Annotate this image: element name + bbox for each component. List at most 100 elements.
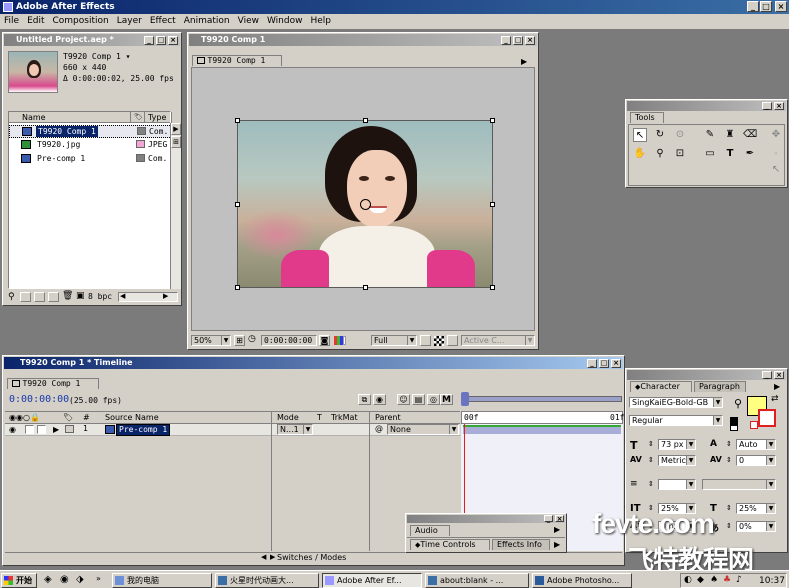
task-item[interactable]: about:blank - ... <box>425 573 529 588</box>
menu-layer[interactable]: Layer <box>113 14 146 29</box>
new-folder-icon[interactable] <box>20 292 31 302</box>
live-update-icon[interactable]: ◉ <box>373 394 386 405</box>
stepper-icon[interactable]: ⇕ <box>648 440 654 448</box>
project-scrollbar[interactable]: ▶ ⊞ <box>170 123 181 289</box>
project-maximize-button[interactable]: □ <box>156 36 166 45</box>
layer-handle[interactable] <box>490 285 495 290</box>
menu-effect[interactable]: Effect <box>146 14 180 29</box>
stepper-icon[interactable]: ⇕ <box>726 522 732 530</box>
task-item[interactable]: 我的电脑 <box>112 573 212 588</box>
close-button[interactable]: × <box>775 1 787 12</box>
list-item[interactable]: T9920 Comp 1 Com. <box>9 125 172 138</box>
solo-switch[interactable] <box>37 425 46 434</box>
font-size-field[interactable]: 73 px ▼ <box>658 439 696 450</box>
stepper-icon[interactable]: ⇕ <box>726 504 732 512</box>
selection-tool-icon[interactable]: ↖ <box>633 128 647 142</box>
new-comp-icon[interactable] <box>34 292 45 302</box>
time-navigator-start[interactable] <box>461 392 469 406</box>
time-ruler[interactable]: 00f 01f <box>461 411 624 424</box>
tools-close-button[interactable]: × <box>774 102 784 110</box>
audio-minimize-button[interactable]: _ <box>544 515 553 523</box>
project-hscrollbar[interactable]: ◀ ▶ <box>118 292 178 302</box>
start-button[interactable]: 开始 <box>1 573 37 588</box>
layer-handle[interactable] <box>490 202 495 207</box>
work-area-bar[interactable] <box>462 396 622 402</box>
kerning-field[interactable]: Metrics ▼ <box>658 455 696 466</box>
comp-flowchart-icon[interactable]: ⧉ <box>358 394 371 405</box>
resolution-select[interactable]: Full ▼ <box>371 335 417 346</box>
layer-name[interactable]: Pre-comp 1 <box>116 424 171 436</box>
tab-time-controls[interactable]: ◆Time Controls <box>410 539 490 550</box>
comp-timecode[interactable]: 0:00:00:00 <box>261 335 317 346</box>
task-item[interactable]: 火星时代动画大... <box>215 573 319 588</box>
pan-behind-tool-icon[interactable]: ⊡ <box>673 147 687 161</box>
col-source-name-label[interactable]: Source Name <box>105 413 159 422</box>
font-family-select[interactable]: SingKaiEG-Bold-GB ▼ <box>629 397 723 408</box>
rotation-tool-icon[interactable]: ↻ <box>653 128 667 142</box>
text-tool-icon[interactable]: T <box>723 147 737 161</box>
tab-tools[interactable]: Tools <box>630 112 664 123</box>
panel-menu-arrow-icon[interactable]: ▶ <box>521 57 527 66</box>
tools-minimize-button[interactable]: _ <box>762 102 772 110</box>
comp-window-title[interactable]: T9920 Comp 1 _ □ × <box>189 34 537 46</box>
scroll-right-arrow-icon[interactable]: ▶ <box>171 123 181 135</box>
region-of-interest-icon[interactable] <box>420 335 431 346</box>
bit-depth-icon[interactable]: ▣ <box>76 291 85 301</box>
find-icon[interactable]: ⚲ <box>8 292 15 302</box>
pick-whip-icon[interactable]: @ <box>375 424 383 433</box>
camera-snapshot-icon[interactable]: ◙ <box>319 335 330 346</box>
graph-editor-icon[interactable]: M <box>440 394 453 405</box>
tracking-field[interactable]: 0 ▼ <box>736 455 776 466</box>
timeline-maximize-button[interactable]: □ <box>599 359 609 368</box>
project-window-title[interactable]: Untitled Project.aep * _ □ × <box>4 34 180 46</box>
local-axis-icon[interactable]: ◦ <box>769 147 783 161</box>
tray-icon[interactable]: ◐ <box>684 575 692 585</box>
task-item[interactable]: Adobe After Ef... <box>322 573 422 588</box>
brush-tool-icon[interactable]: ✎ <box>703 128 717 142</box>
audio-titlebar[interactable]: _ × <box>407 515 565 523</box>
table-row[interactable]: ◉ ▶ 1 Pre-comp 1 N...1 ▼ @ None ▼ <box>5 424 460 436</box>
clone-stamp-icon[interactable]: ♜ <box>723 128 737 142</box>
quicklaunch-icon[interactable]: ◈ <box>44 574 52 585</box>
eraser-tool-icon[interactable]: ⌫ <box>743 128 757 142</box>
mode-select[interactable]: N...1 ▼ <box>277 424 313 435</box>
tools-titlebar[interactable]: _ × <box>627 101 786 111</box>
transparency-grid-icon[interactable] <box>434 336 444 346</box>
menu-composition[interactable]: Composition <box>49 14 113 29</box>
shy-layers-icon[interactable]: ☺ <box>397 394 410 405</box>
comp-maximize-button[interactable]: □ <box>513 36 523 45</box>
project-minimize-button[interactable]: _ <box>144 36 154 45</box>
menu-window[interactable]: Window <box>263 14 307 29</box>
anchor-point-icon[interactable] <box>360 199 371 210</box>
hand-tool-icon[interactable]: ✋ <box>633 147 647 161</box>
label-color-swatch[interactable] <box>136 154 145 162</box>
camera-select[interactable]: Active C... ▼ <box>461 335 535 346</box>
timeline-timecode[interactable]: 0:00:00:00 <box>9 394 69 405</box>
panel-menu-arrow-icon[interactable]: ▶ <box>554 540 560 549</box>
trash-icon[interactable]: 🗑 <box>62 291 73 301</box>
flowchart-icon[interactable]: ⊞ <box>171 136 181 148</box>
quicklaunch-icon[interactable]: ◉ <box>60 574 69 585</box>
tray-icon[interactable]: ♣ <box>723 575 731 585</box>
project-close-button[interactable]: × <box>168 36 178 45</box>
stepper-icon[interactable]: ⇕ <box>648 480 654 488</box>
tsume-field[interactable]: 0% ▼ <box>736 521 776 532</box>
black-swatch[interactable] <box>730 417 738 425</box>
layer-handle[interactable] <box>363 118 368 123</box>
character-titlebar[interactable]: _ × <box>627 370 786 380</box>
rectangle-mask-icon[interactable]: ▭ <box>703 147 717 161</box>
safe-margins-icon[interactable]: ⊞ <box>234 335 245 346</box>
character-close-button[interactable]: × <box>774 371 784 379</box>
view-axis-icon[interactable]: ↖ <box>769 163 783 177</box>
clock[interactable]: 10:37 <box>759 576 785 586</box>
no-color-swatch[interactable] <box>750 421 758 429</box>
horizontal-scale-field[interactable]: 25% ▼ <box>736 503 776 514</box>
scroll-left-arrow-icon[interactable]: ◀ <box>120 292 125 300</box>
menu-animation[interactable]: Animation <box>180 14 234 29</box>
menu-view[interactable]: View <box>234 14 263 29</box>
layer-handle[interactable] <box>235 202 240 207</box>
bit-depth-label[interactable]: 8 bpc <box>88 292 112 301</box>
layer-handle[interactable] <box>363 285 368 290</box>
alpha-channel-icon[interactable] <box>343 336 346 345</box>
volume-icon[interactable]: ♪ <box>736 575 742 585</box>
